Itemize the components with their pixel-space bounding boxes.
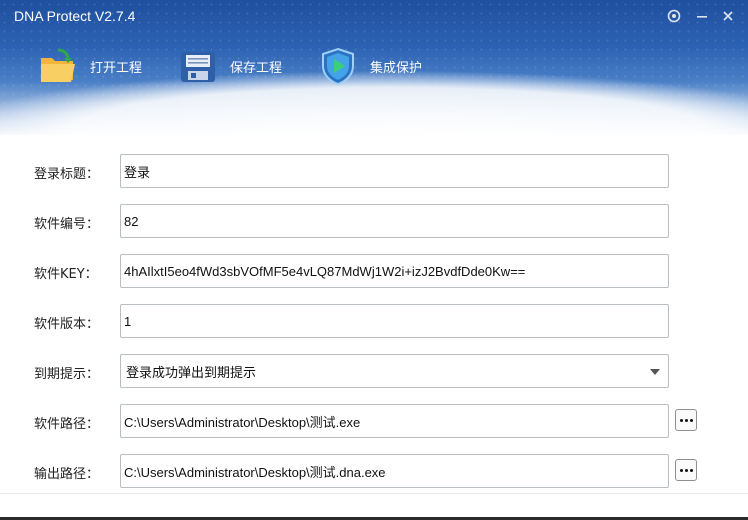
expiry-notice-selected: 登录成功弹出到期提示 [126,364,257,380]
software-id-row: 软件编号： 82 [0,204,748,240]
minimize-icon[interactable] [694,8,710,24]
browse-software-path-button[interactable] [675,409,697,431]
save-project-icon [178,46,218,86]
shield-protect-icon [318,46,358,86]
integrate-protect-label: 集成保护 [370,60,423,76]
output-path-label: 输出路径： [34,467,100,482]
login-title-label: 登录标题： [34,167,100,182]
software-version-row: 软件版本： 1 [0,304,748,340]
software-version-field[interactable]: 1 [120,304,669,338]
save-project-label: 保存工程 [230,60,283,76]
software-key-field[interactable]: 4hAIlxtI5eo4fWd3sbVOfMF5e4vLQ87MdWj1W2i+… [120,254,669,288]
expiry-notice-select[interactable]: 登录成功弹出到期提示 [120,354,669,388]
save-project-button[interactable]: 保存工程 [178,44,282,88]
software-path-label: 软件路径： [34,417,100,432]
close-icon[interactable] [720,8,736,24]
ellipsis-icon [684,418,688,422]
open-project-button[interactable]: 打开工程 [38,44,142,88]
window-title: DNA Protect V2.7.4 [14,8,136,24]
ellipsis-icon [679,418,683,422]
footer-area [0,493,748,520]
software-version-label: 软件版本： [34,317,100,332]
software-path-row: 软件路径： C:\Users\Administrator\Desktop\测试.… [0,404,748,440]
ellipsis-icon [679,468,683,472]
integrate-protect-button[interactable]: 集成保护 [318,44,422,88]
open-folder-icon [38,46,78,86]
software-key-row: 软件KEY： 4hAIlxtI5eo4fWd3sbVOfMF5e4vLQ87Md… [0,254,748,290]
login-title-field[interactable]: 登录 [120,154,669,188]
expiry-notice-label: 到期提示： [34,367,100,382]
chevron-down-icon [650,369,660,375]
software-key-label: 软件KEY： [34,267,98,282]
software-id-label: 软件编号： [34,217,100,232]
software-path-field[interactable]: C:\Users\Administrator\Desktop\测试.exe [120,404,669,438]
browse-output-path-button[interactable] [675,459,697,481]
ellipsis-icon [689,418,693,422]
software-id-field[interactable]: 82 [120,204,669,238]
settings-icon[interactable] [666,8,682,24]
login-title-row: 登录标题： 登录 [0,154,748,190]
output-path-field[interactable]: C:\Users\Administrator\Desktop\测试.dna.ex… [120,454,669,488]
ellipsis-icon [689,468,693,472]
expiry-notice-row: 到期提示： 登录成功弹出到期提示 [0,354,748,390]
output-path-row: 输出路径： C:\Users\Administrator\Desktop\测试.… [0,454,748,490]
ellipsis-icon [684,468,688,472]
open-project-label: 打开工程 [90,60,143,76]
